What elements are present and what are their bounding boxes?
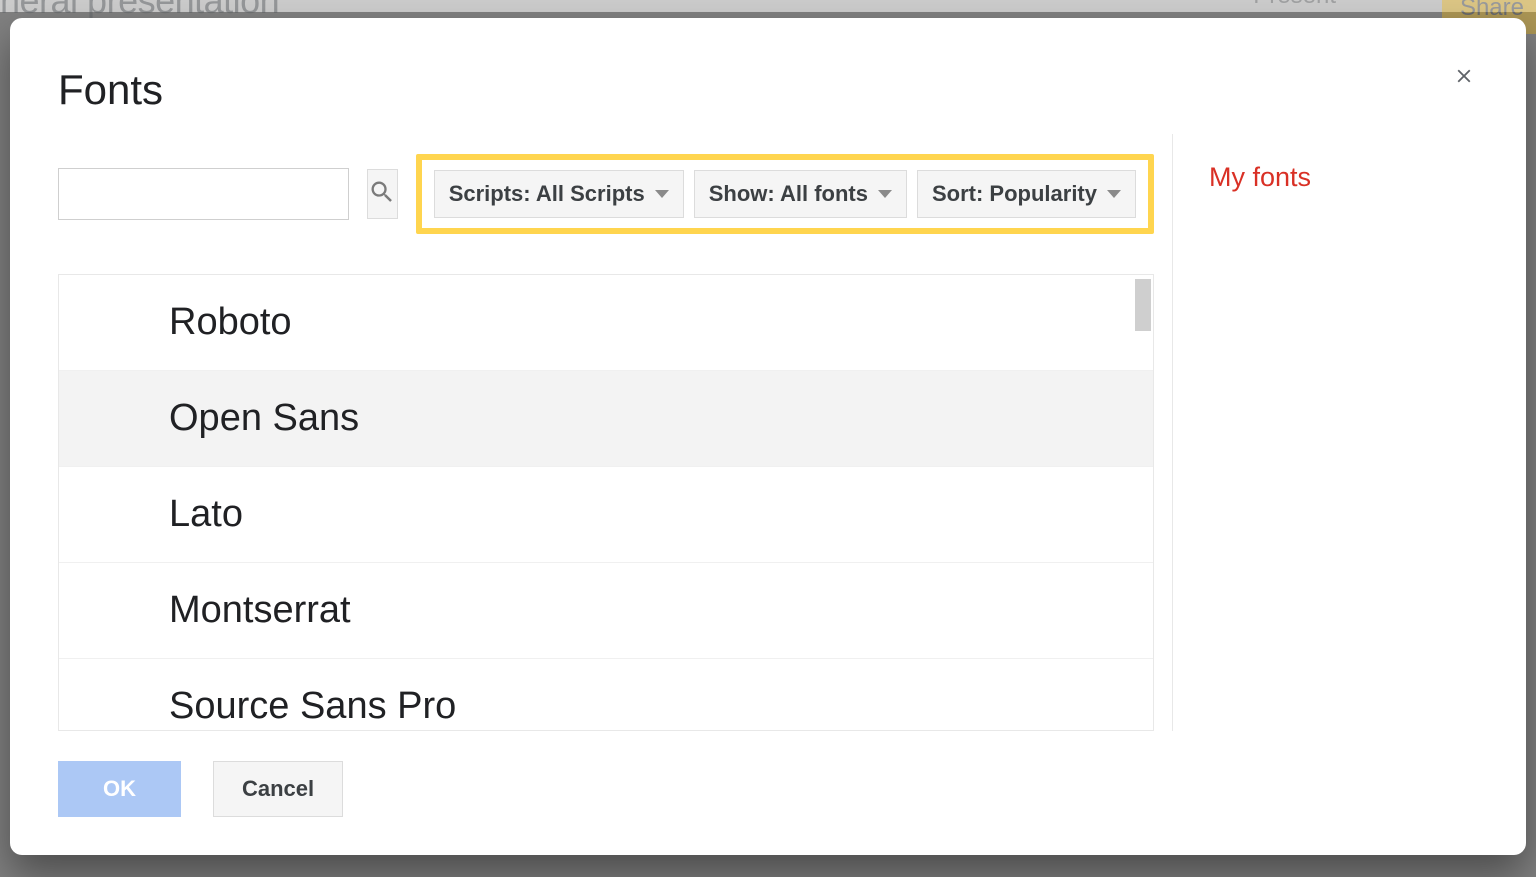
font-item[interactable]: Lato	[59, 467, 1153, 563]
fonts-dialog: Fonts Scripts: All Scripts	[10, 18, 1526, 855]
search-icon	[368, 178, 396, 211]
scripts-filter[interactable]: Scripts: All Scripts	[434, 170, 684, 218]
font-item-label: Montserrat	[169, 589, 351, 632]
font-item-label: Source Sans Pro	[169, 685, 456, 728]
font-search-input[interactable]	[58, 168, 349, 220]
font-item-label: Roboto	[169, 301, 292, 344]
scrollbar[interactable]	[1133, 275, 1153, 730]
my-fonts-heading: My fonts	[1209, 162, 1490, 193]
filter-highlight-box: Scripts: All Scripts Show: All fonts Sor…	[416, 154, 1154, 234]
font-list: Roboto Open Sans Lato Montserrat Source Sans…	[58, 274, 1154, 731]
show-filter[interactable]: Show: All fonts	[694, 170, 907, 218]
present-button-fragment: Present	[1253, 0, 1336, 10]
font-item[interactable]: Roboto	[59, 275, 1153, 371]
font-item-label: Open Sans	[169, 397, 359, 440]
sort-filter-label: Sort: Popularity	[932, 181, 1097, 207]
show-filter-label: Show: All fonts	[709, 181, 868, 207]
font-item[interactable]: Source Sans Pro	[59, 659, 1153, 731]
font-item[interactable]: Montserrat	[59, 563, 1153, 659]
font-item[interactable]: Open Sans	[59, 371, 1153, 467]
scrollbar-thumb[interactable]	[1135, 279, 1151, 331]
close-icon	[1453, 65, 1475, 92]
chevron-down-icon	[655, 190, 669, 198]
chevron-down-icon	[878, 190, 892, 198]
close-button[interactable]	[1450, 64, 1478, 92]
search-button[interactable]	[367, 169, 398, 219]
font-item-label: Lato	[169, 493, 243, 536]
scripts-filter-label: Scripts: All Scripts	[449, 181, 645, 207]
dialog-title: Fonts	[58, 66, 1478, 114]
chevron-down-icon	[1107, 190, 1121, 198]
ok-button[interactable]: OK	[58, 761, 181, 817]
sort-filter[interactable]: Sort: Popularity	[917, 170, 1136, 218]
cancel-button[interactable]: Cancel	[213, 761, 343, 817]
